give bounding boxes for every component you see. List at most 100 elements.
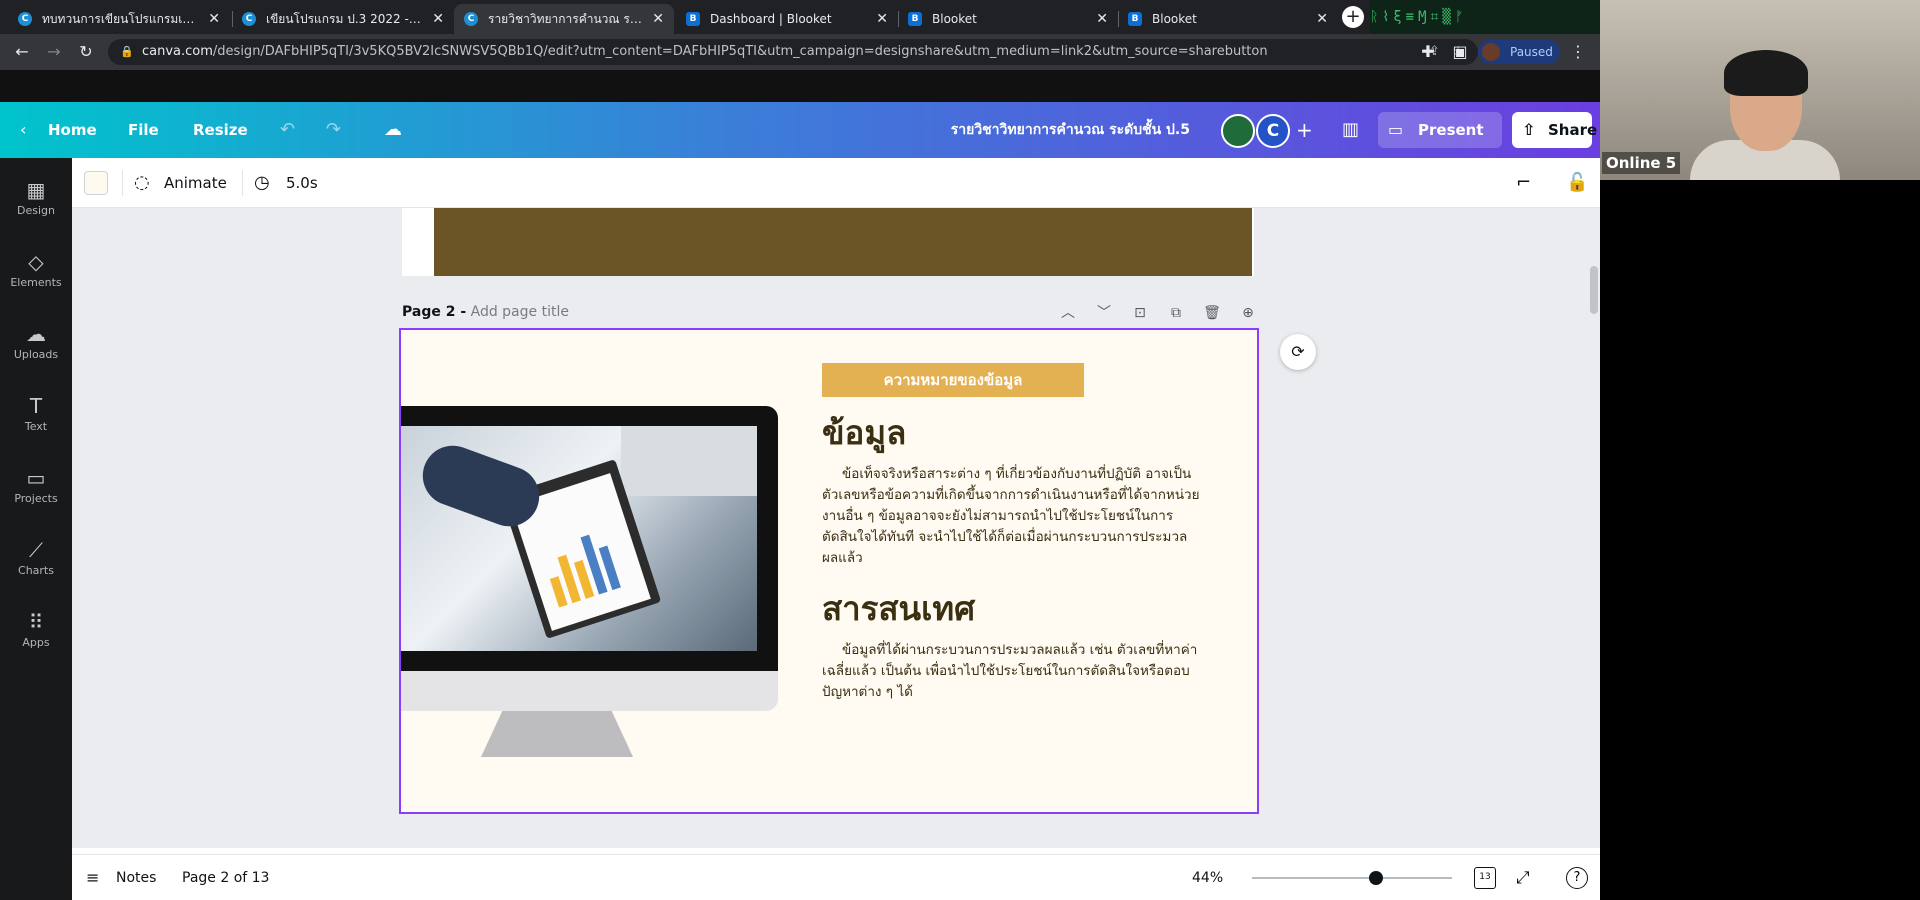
theme-decoration: ᚱ⌇ξ≡Ɱ⌗▒ᚠ [1370,0,1600,34]
sidebar-item-label: Uploads [13,348,59,361]
page-grid-icon[interactable]: 13 [1474,867,1496,889]
close-icon[interactable]: ✕ [876,11,888,27]
extensions-icon[interactable]: ✚ [1418,42,1438,62]
page-1-banner[interactable] [434,208,1252,276]
move-down-icon[interactable]: ﹀ [1086,302,1122,322]
slide-tag[interactable]: ความหมายของข้อมูล [822,363,1084,397]
browser-tab[interactable]: C ทบทวนการเขียนโปรแกรมเบื้องต้น ✕ [8,4,230,34]
sidebar-item-design[interactable]: ▦ Design [0,176,72,238]
scrollbar-thumb[interactable] [1590,266,1598,314]
background-color-swatch[interactable] [84,171,108,195]
close-icon[interactable]: ✕ [208,11,220,27]
collaborator-avatar-c[interactable]: C [1256,114,1290,148]
paint-roller-icon[interactable]: ⌐ [1516,158,1531,208]
animate-button[interactable]: Animate [164,158,227,208]
collaborator-avatar[interactable] [1221,114,1255,148]
zoom-slider[interactable] [1252,871,1452,885]
present-icon: ▭ [1388,120,1404,139]
url-bar[interactable]: 🔒 canva.com/design/DAFbHIP5qTI/3v5KQ5BV2… [108,39,1478,65]
vertical-scrollbar[interactable] [1587,208,1599,848]
sidebar-item-projects[interactable]: ▭ Projects [0,464,72,526]
page-controls: ︿ ﹀ ⊡ ⧉ 🗑 ⊕ [1050,302,1266,322]
menu-kebab-icon[interactable]: ⋮ [1570,42,1586,61]
browser-tab-active[interactable]: C รายวิชาวิทยาการคำนวณ ระดับชั้น ✕ [454,4,674,34]
notes-button[interactable]: Notes [116,855,156,900]
insights-chart-icon[interactable]: ▥ [1342,102,1359,158]
delete-page-icon[interactable]: 🗑 [1194,305,1230,321]
fullscreen-icon[interactable]: ⤢ [1516,855,1530,900]
undo-icon[interactable]: ↶ [280,102,295,158]
canva-icon: C [242,12,256,26]
sidebar-item-elements[interactable]: ◇ Elements [0,248,72,310]
layout-icon: ▦ [26,178,46,202]
animate-icon: ◌ [134,172,150,193]
sidebar-item-charts[interactable]: ⟋ Charts [0,536,72,598]
apps-icon: ⠿ [28,610,44,634]
sidebar-item-uploads[interactable]: ☁ Uploads [0,320,72,382]
slide-paragraph-data[interactable]: ข้อเท็จจริงหรือสาระต่าง ๆ ที่เกี่ยวข้องก… [822,464,1202,569]
sidebar-item-label: Charts [18,564,54,577]
slide-heading-data[interactable]: ข้อมูล [822,406,906,459]
tab-title: ทบทวนการเขียนโปรแกรมเบื้องต้น [42,11,200,26]
profile-status: Paused [1510,45,1553,59]
tab-title: Dashboard | Blooket [710,12,832,26]
slide-heading-information[interactable]: สารสนเทศ [822,582,975,635]
share-button[interactable]: ⇧ Share [1512,112,1597,148]
home-button[interactable]: Home [48,102,97,158]
sidebar-item-label: Projects [14,492,58,505]
url-host: canva.com [142,44,213,59]
forward-icon[interactable]: → [44,42,64,62]
sidebar-item-label: Elements [10,276,62,289]
monitor-frame [401,406,778,671]
duplicate-page-icon[interactable]: ⧉ [1158,305,1194,321]
close-icon[interactable]: ✕ [1316,11,1328,27]
cloud-save-icon[interactable]: ☁ [384,102,402,158]
sidebar-item-label: Text [24,420,48,433]
add-comment-icon[interactable]: ⟳ [1280,334,1316,370]
resize-button[interactable]: Resize [193,102,248,158]
browser-tab[interactable]: B Blooket ✕ [898,4,1118,34]
help-icon[interactable]: ? [1566,867,1588,889]
business-photo [401,426,757,651]
redo-icon[interactable]: ↷ [326,102,341,158]
page-title-input[interactable]: Add page title [471,304,569,320]
zoom-level[interactable]: 44% [1192,855,1223,900]
close-icon[interactable]: ✕ [1096,11,1108,27]
file-menu-button[interactable]: File [128,102,159,158]
share-icon: ⇧ [1522,120,1536,139]
monitor-chin [401,671,778,711]
sidebar-item-text[interactable]: T Text [0,392,72,454]
side-panel-icon[interactable]: ▣ [1450,42,1470,62]
lock-icon[interactable]: 🔓 [1566,158,1588,208]
add-collaborator-icon[interactable]: + [1296,102,1313,158]
sidebar-item-apps[interactable]: ⠿ Apps [0,608,72,670]
reload-icon[interactable]: ↻ [76,42,96,62]
lock-page-icon[interactable]: ⊡ [1122,305,1158,321]
zoom-slider-handle[interactable] [1369,871,1383,885]
browser-tab[interactable]: B Blooket ✕ [1118,4,1338,34]
blooket-icon: B [908,12,922,26]
canvas-area: Page 2 - Add page title ︿ ﹀ ⊡ ⧉ 🗑 ⊕ ความ… [72,208,1600,848]
page-indicator[interactable]: Page 2 of 13 [182,855,269,900]
duration-button[interactable]: 5.0s [286,158,318,208]
cloud-upload-icon: ☁ [26,322,46,346]
present-button[interactable]: ▭ Present [1378,112,1502,148]
move-up-icon[interactable]: ︿ [1050,302,1086,322]
chevron-left-icon[interactable]: ‹ [20,102,26,158]
back-icon[interactable]: ← [12,42,32,62]
browser-tab[interactable]: B Dashboard | Blooket ✕ [676,4,898,34]
close-icon[interactable]: ✕ [652,11,664,27]
new-tab-button[interactable]: + [1342,6,1364,28]
slide-paragraph-information[interactable]: ข้อมูลที่ได้ผ่านกระบวนการประมวลผลแล้ว เช… [822,640,1202,703]
add-page-icon[interactable]: ⊕ [1230,305,1266,321]
document-title[interactable]: รายวิชาวิทยาการคำนวณ ระดับชั้น ป.5 [900,102,1190,158]
profile-button[interactable]: Paused [1478,40,1560,64]
notes-icon: ≡ [86,868,100,887]
canva-bottom-bar: ≡ Notes Page 2 of 13 44% 13 ⤢ ? [72,854,1600,900]
url-path: /design/DAFbHIP5qTI/3v5KQ5BV2IcSNWSV5QBb… [212,44,1268,59]
canva-sidebar: ▦ Design ◇ Elements ☁ Uploads T Text ▭ P… [0,158,72,900]
sidebar-item-label: Design [17,204,55,217]
close-icon[interactable]: ✕ [432,11,444,27]
page-2-slide[interactable]: ความหมายของข้อมูล ข้อมูล ข้อเท็จจริงหรือ… [399,328,1259,814]
browser-tab[interactable]: C เขียนโปรแกรม ป.3 2022 - Prese ✕ [232,4,454,34]
